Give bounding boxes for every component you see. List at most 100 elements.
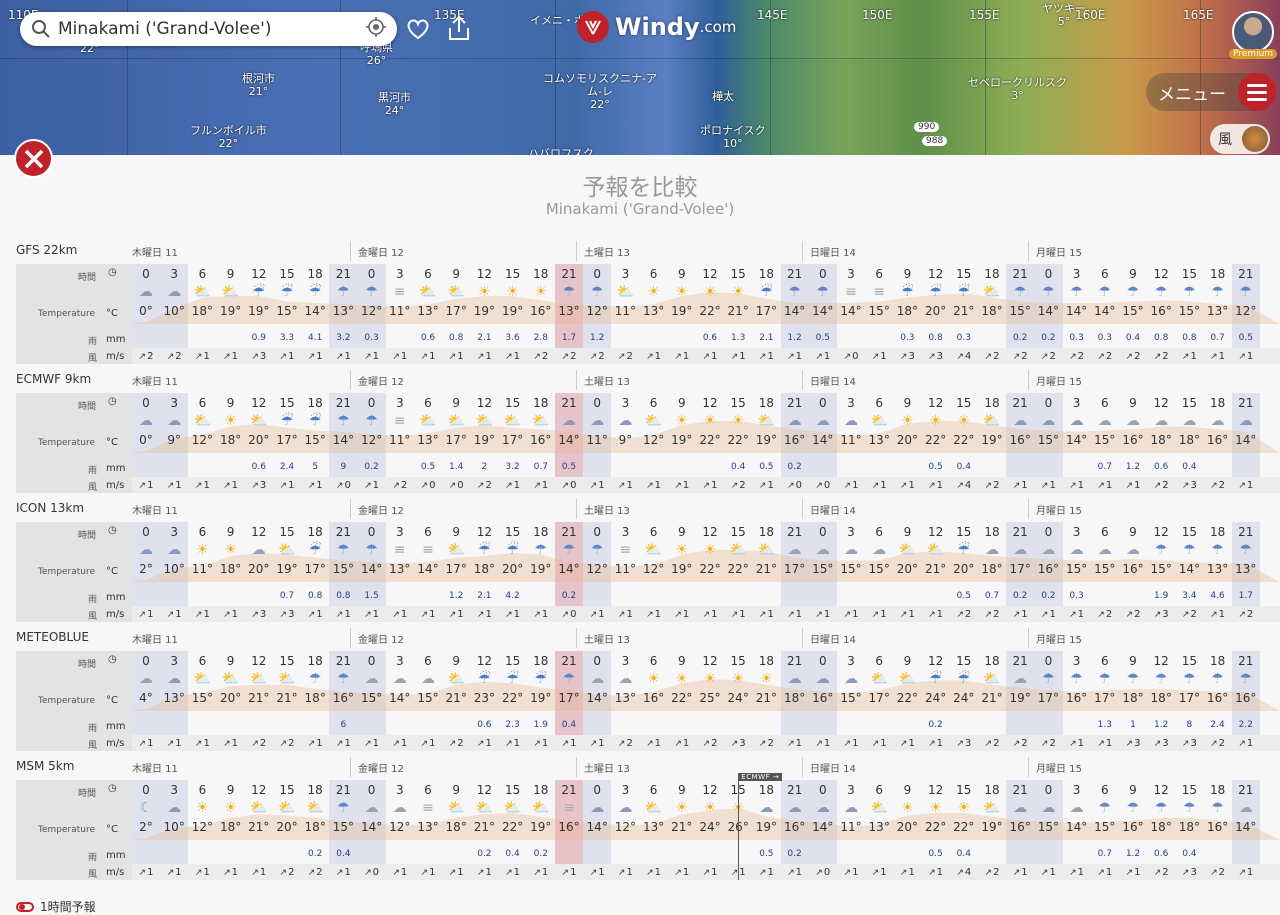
map-city[interactable]: ポロナイスク 10°: [700, 124, 766, 150]
weather-sun-icon: ☀: [647, 284, 660, 300]
temperature-cell: 24°: [924, 691, 947, 705]
map-city[interactable]: コムソモリスクニナ-アム-レ 22°: [540, 72, 660, 111]
wind-cell: ↗2: [1175, 609, 1203, 620]
wind-direction-icon: ↗: [364, 481, 372, 491]
wind-direction-icon: ↗: [1097, 868, 1105, 878]
user-avatar[interactable]: [1232, 11, 1274, 53]
wind-direction-icon: ↗: [335, 868, 344, 878]
hour-cell: 18: [533, 783, 549, 797]
map-city[interactable]: 黒河市 24°: [378, 91, 411, 117]
model-name[interactable]: GFS 22km: [16, 243, 77, 257]
wind-direction-icon: ↗: [1012, 352, 1021, 362]
temperature-cell: 18°: [783, 691, 806, 705]
favorite-heart-icon[interactable]: [404, 14, 432, 42]
wind-speed: 1: [711, 480, 718, 491]
wind-cell: ↗1: [583, 480, 611, 491]
unit-rain_unit: mm: [106, 334, 126, 345]
share-icon[interactable]: [445, 14, 473, 42]
model-name[interactable]: MSM 5km: [16, 759, 74, 773]
hourly-toggle[interactable]: 1時間予報: [16, 898, 96, 915]
weather-rain-icon: ☂: [1098, 800, 1112, 816]
search-input[interactable]: [58, 19, 365, 39]
rain-cell: 0.3: [1097, 333, 1112, 343]
hour-cell: 21: [1012, 396, 1028, 410]
wind-speed: 2: [485, 480, 492, 491]
map-city[interactable]: 根河市 21°: [242, 72, 275, 98]
wind-cell: ↗2: [442, 738, 470, 749]
wind-speed: 1: [598, 867, 605, 878]
map-city[interactable]: ハバロフスク: [528, 147, 594, 155]
wind-cell: ↗1: [893, 867, 921, 878]
wind-cell: ↗1: [329, 867, 357, 878]
wind-cell: ↗2: [1006, 351, 1034, 362]
wind-cell: ↗1: [358, 738, 386, 749]
temperature-cell: 12°: [614, 820, 637, 834]
wind-cell: ↗1: [160, 867, 188, 878]
map-city[interactable]: フルンボイル市 22°: [190, 124, 267, 150]
row-label-rain: 雨: [88, 466, 98, 476]
wind-direction-icon: ↗: [476, 610, 485, 620]
hour-cell: 18: [1209, 267, 1226, 281]
wind-speed: 2: [1218, 867, 1226, 878]
temperature-cell: 16°: [1009, 820, 1031, 834]
wind-speed: 3: [739, 738, 746, 749]
weather-sun-icon: ☀: [731, 413, 745, 429]
rain-cell: 0.8: [1154, 333, 1169, 343]
menu-button[interactable]: メニュー: [1146, 73, 1276, 111]
wind-direction-icon: ↗: [448, 610, 457, 620]
wind-speed: 1: [598, 609, 605, 620]
temperature-cell: 19°: [1009, 691, 1031, 705]
close-button[interactable]: [14, 139, 53, 178]
temperature-cell: 15°: [1037, 820, 1060, 834]
weather-sun-icon: ☀: [675, 542, 689, 558]
wind-direction-icon: ↗: [307, 481, 316, 491]
wind-cell: ↗0: [555, 609, 583, 620]
hour-cell: 12: [927, 654, 944, 668]
wind-cell: ↗1: [188, 480, 216, 491]
longitude-label: 145E: [757, 8, 788, 22]
temperature-cell: 22°: [953, 820, 975, 834]
temperature-cell: 20°: [276, 820, 298, 834]
model-name[interactable]: METEOBLUE: [16, 630, 89, 644]
row-labels: 時間 Temperature 雨風 ◷ °C mm m/s: [16, 651, 132, 751]
temperature-cell: 15°: [1178, 304, 1201, 318]
wind-speed: 1: [1218, 351, 1226, 362]
model-name[interactable]: ICON 13km: [16, 501, 84, 515]
wind-speed: 2: [1021, 351, 1028, 362]
temperature-cell: 15°: [840, 562, 862, 576]
wind-speed: 1: [682, 738, 690, 749]
weather-cloud-icon: ☁: [1238, 800, 1253, 816]
temperature-cell: 16°: [642, 691, 665, 705]
rain-cell: 0.8: [449, 333, 464, 343]
map-city[interactable]: ヤツキー 5°: [1042, 2, 1086, 28]
model-name[interactable]: ECMWF 9km: [16, 372, 91, 386]
wind-speed: 1: [626, 480, 633, 491]
weather-fog-icon: ≡: [393, 284, 406, 300]
rain-cell: 3.2: [505, 462, 520, 472]
rain-cell: 0.4: [336, 849, 351, 859]
windy-logo[interactable]: Windy .com: [577, 11, 736, 43]
hour-cell: 12: [251, 783, 267, 797]
wind-direction-icon: ↗: [1238, 352, 1246, 362]
temperature-cell: 15°: [417, 691, 439, 705]
search-bar[interactable]: [20, 12, 397, 46]
wind-direction-icon: ↗: [871, 868, 880, 878]
wind-direction-icon: ↗: [194, 610, 203, 620]
locate-icon[interactable]: [365, 16, 387, 42]
hour-cell: 21: [786, 525, 803, 539]
weather-cloud-moon-icon: ☁: [1013, 413, 1028, 429]
wind-speed: 3: [1134, 738, 1141, 749]
hour-cell: 21: [335, 654, 352, 668]
wind-direction-icon: ↗: [843, 352, 852, 362]
weather-rain-icon: ☂: [816, 284, 830, 300]
map-city[interactable]: 樺太: [712, 90, 734, 103]
weather-rain-icon: ☂: [308, 671, 322, 687]
map-city[interactable]: セベロークリルスク 3°: [968, 76, 1067, 102]
hour-cell: 6: [875, 525, 883, 539]
weather-moon-cloud-icon: ☁: [759, 800, 774, 816]
overlay-selector[interactable]: 風: [1210, 124, 1270, 154]
unit-rain_unit: mm: [106, 463, 126, 474]
temperature-cell: 18°: [304, 691, 326, 705]
temperature-cell: 4°: [139, 691, 153, 705]
wind-cell: ↗1: [1232, 351, 1260, 362]
